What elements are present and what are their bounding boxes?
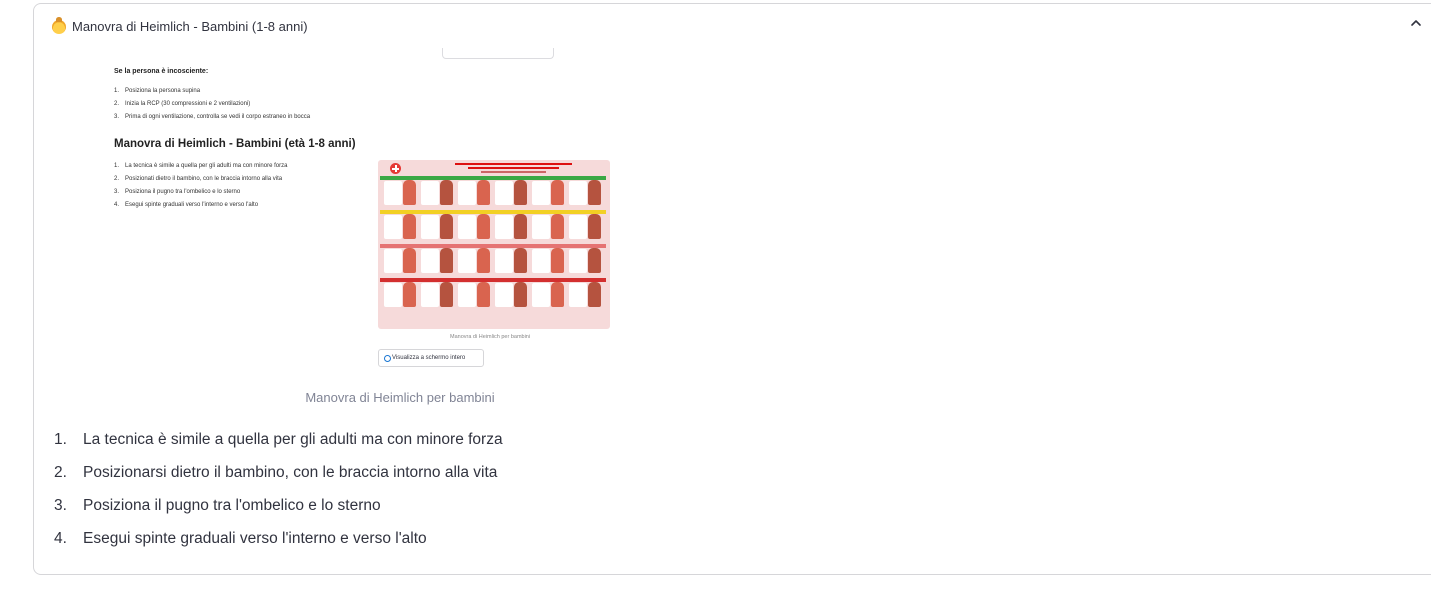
- poster-band: [380, 244, 606, 248]
- poster-figure: [514, 282, 527, 307]
- poster-text-box: [532, 181, 550, 205]
- poster-figure: [588, 282, 601, 307]
- list-item: 4. Esegui spinte graduali verso l'interno…: [114, 202, 259, 208]
- poster-figure: [440, 248, 453, 273]
- poster-figure: [477, 214, 490, 239]
- poster-title-lines: [448, 162, 578, 173]
- poster-text-box: [569, 181, 587, 205]
- poster-figure: [477, 282, 490, 307]
- embedded-steps-list: 1. La tecnica è simile a quella per gli a…: [114, 163, 287, 215]
- poster-text-box: [421, 215, 439, 239]
- poster-text-box: [458, 215, 476, 239]
- poster-band: [380, 176, 606, 180]
- poster-figure: [514, 180, 527, 205]
- poster-text-box: [458, 283, 476, 307]
- list-item-number: 2.: [54, 464, 67, 481]
- poster-text-box: [532, 249, 550, 273]
- poster-text-box: [384, 215, 402, 239]
- poster-figure: [440, 214, 453, 239]
- expander-header[interactable]: Manovra di Heimlich - Bambini (1-8 anni): [34, 4, 1431, 50]
- poster-figure: [477, 180, 490, 205]
- list-item: 2. Posizionati dietro il bambino, con le …: [114, 176, 283, 182]
- poster-figure: [551, 282, 564, 307]
- heimlich-poster-image: [378, 160, 610, 329]
- poster-figure: [403, 214, 416, 239]
- poster-text-box: [495, 181, 513, 205]
- poster-text-box: [384, 249, 402, 273]
- poster-figure: [551, 180, 564, 205]
- embedded-unconscious-heading: Se la persona è incosciente:: [114, 68, 209, 75]
- heimlich-children-expander: Manovra di Heimlich - Bambini (1-8 anni)…: [33, 3, 1431, 575]
- poster-text-box: [458, 181, 476, 205]
- embedded-top-button: [442, 48, 554, 59]
- poster-text-box: [495, 249, 513, 273]
- poster-figure: [403, 282, 416, 307]
- poster-text-box: [495, 215, 513, 239]
- list-item-number: 3.: [54, 497, 67, 514]
- poster-text-box: [458, 249, 476, 273]
- poster-figure: [403, 248, 416, 273]
- poster-text-box: [421, 181, 439, 205]
- embedded-section-heading: Manovra di Heimlich - Bambini (età 1-8 a…: [114, 138, 356, 150]
- list-item: 2. Inizia la RCP (30 compressioni e 2 ven…: [114, 101, 251, 107]
- poster-row: [380, 210, 606, 240]
- list-item: 3. Posiziona il pugno tra l'ombelico e lo…: [114, 189, 241, 195]
- list-item-text: Posizionarsi dietro il bambino, con le b…: [83, 464, 498, 481]
- magnifier-icon: [384, 355, 391, 362]
- list-item-text: La tecnica è simile a quella per gli adu…: [83, 431, 503, 448]
- embedded-fullscreen-label: Visualizza a schermo intero: [392, 355, 466, 361]
- embedded-unconscious-list: 1. Posiziona la persona supina 2. Inizia l…: [114, 88, 310, 127]
- list-item: 1. Posiziona la persona supina: [114, 88, 201, 94]
- image-caption: Manovra di Heimlich per bambini: [305, 390, 495, 405]
- list-item-number: 1.: [54, 431, 67, 448]
- poster-text-box: [569, 283, 587, 307]
- poster-row: [380, 176, 606, 206]
- chevron-up-icon[interactable]: [1409, 16, 1423, 30]
- baby-emoji-icon: [52, 17, 66, 34]
- list-item: 1. La tecnica è simile a quella per gli a…: [114, 163, 288, 169]
- poster-text-box: [569, 249, 587, 273]
- poster-text-box: [384, 181, 402, 205]
- poster-text-box: [495, 283, 513, 307]
- poster-figure: [440, 180, 453, 205]
- poster-row: [380, 278, 606, 308]
- poster-figure: [514, 214, 527, 239]
- poster-text-box: [421, 249, 439, 273]
- poster-band: [380, 278, 606, 282]
- red-cross-logo-icon: [390, 163, 401, 174]
- embedded-fullscreen-button: Visualizza a schermo intero: [378, 349, 484, 367]
- poster-text-box: [532, 215, 550, 239]
- poster-figure: [588, 214, 601, 239]
- list-item-number: 4.: [54, 530, 67, 547]
- poster-text-box: [421, 283, 439, 307]
- list-item-text: Esegui spinte graduali verso l'interno e…: [83, 530, 427, 547]
- poster-text-box: [532, 283, 550, 307]
- poster-text-box: [384, 283, 402, 307]
- poster-figure: [551, 214, 564, 239]
- poster-band: [380, 210, 606, 214]
- poster-figure: [440, 282, 453, 307]
- poster-figure: [588, 248, 601, 273]
- list-item-text: Posiziona il pugno tra l'ombelico e lo s…: [83, 497, 381, 514]
- poster-figure: [551, 248, 564, 273]
- expander-title: Manovra di Heimlich - Bambini (1-8 anni): [72, 19, 308, 34]
- embedded-screenshot-image: Se la persona è incosciente: 1. Posiziona…: [78, 48, 678, 378]
- poster-figure: [403, 180, 416, 205]
- poster-text-box: [569, 215, 587, 239]
- poster-figure: [514, 248, 527, 273]
- embedded-image-caption: Manovra di Heimlich per bambini: [450, 334, 531, 340]
- list-item: 3. Prima di ogni ventilazione, controlla …: [114, 114, 311, 120]
- poster-figure: [588, 180, 601, 205]
- poster-figure: [477, 248, 490, 273]
- poster-row: [380, 244, 606, 274]
